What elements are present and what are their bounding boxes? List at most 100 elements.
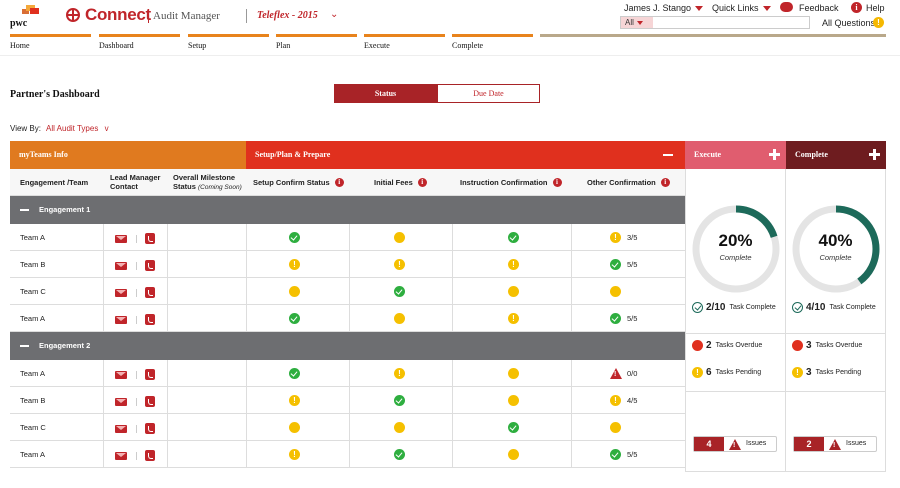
team-name[interactable]: Team A (20, 450, 45, 459)
view-by-select[interactable]: All Audit Types v (46, 124, 109, 133)
execute-issues-button[interactable]: 4 ! Issues (693, 436, 777, 452)
help-link[interactable]: Help (866, 3, 885, 13)
mail-icon[interactable] (115, 452, 127, 460)
team-name[interactable]: Team B (20, 396, 45, 405)
check-circle-icon[interactable] (289, 232, 300, 243)
pending-dot-icon[interactable] (610, 286, 621, 297)
check-circle-icon[interactable] (394, 449, 405, 460)
search-scope-select[interactable]: All (621, 17, 653, 28)
collapse-icon[interactable] (20, 345, 29, 347)
tasks-overdue[interactable]: 3 Tasks Overdue (792, 340, 862, 351)
user-name: James J. Stango (624, 3, 692, 13)
team-name[interactable]: Team C (20, 423, 46, 432)
table-row: Team B!! 4/5 (10, 387, 685, 414)
phone-icon[interactable] (145, 260, 155, 271)
phone-icon[interactable] (145, 287, 155, 298)
check-circle-icon[interactable] (610, 449, 621, 460)
warning-triangle-icon[interactable]: ! (610, 368, 622, 379)
warning-circle-icon[interactable]: ! (508, 313, 519, 324)
check-circle-icon[interactable] (508, 422, 519, 433)
info-icon[interactable]: i (334, 178, 344, 187)
expand-icon[interactable] (869, 149, 880, 160)
user-menu[interactable]: James J. Stango (624, 3, 704, 13)
check-circle-icon[interactable] (394, 395, 405, 406)
mail-icon[interactable] (115, 235, 127, 243)
warning-circle-icon[interactable]: ! (289, 449, 300, 460)
complete-issues-button[interactable]: 2 ! Issues (793, 436, 877, 452)
team-name[interactable]: Team B (20, 260, 45, 269)
pending-dot-icon[interactable] (508, 286, 519, 297)
check-circle-icon[interactable] (610, 259, 621, 270)
phone-icon[interactable] (145, 423, 155, 434)
mail-icon[interactable] (115, 371, 127, 379)
pending-dot-icon[interactable] (508, 368, 519, 379)
check-circle-icon[interactable] (610, 313, 621, 324)
info-icon[interactable]: i (552, 178, 562, 187)
collapse-icon[interactable] (20, 209, 29, 211)
info-icon[interactable]: i (417, 178, 427, 187)
check-circle-icon[interactable] (289, 368, 300, 379)
alert-icon[interactable]: ! (873, 17, 884, 28)
feedback-link[interactable]: Feedback (799, 3, 839, 13)
check-circle-icon[interactable] (394, 286, 405, 297)
tab-status[interactable]: Status (334, 84, 437, 103)
team-name[interactable]: Team A (20, 369, 45, 378)
pending-dot-icon[interactable] (289, 286, 300, 297)
column-divider (571, 251, 572, 278)
pending-dot-icon[interactable] (508, 395, 519, 406)
quick-links-menu[interactable]: Quick Links (712, 3, 771, 13)
mail-icon[interactable] (115, 398, 127, 406)
mail-icon[interactable] (115, 425, 127, 433)
warning-circle-icon[interactable]: ! (610, 395, 621, 406)
nav-plan[interactable]: Plan (276, 41, 290, 50)
check-circle-icon[interactable] (508, 232, 519, 243)
nav-execute[interactable]: Execute (364, 41, 390, 50)
chevron-down-icon[interactable]: ⌄ (330, 9, 338, 20)
mail-icon[interactable] (115, 316, 127, 324)
tab-due-date[interactable]: Due Date (437, 84, 540, 103)
phone-icon[interactable] (145, 450, 155, 461)
warning-circle-icon[interactable]: ! (394, 259, 405, 270)
phone-icon[interactable] (145, 396, 155, 407)
pending-dot-icon[interactable] (394, 422, 405, 433)
warning-circle-icon[interactable]: ! (508, 259, 519, 270)
collapse-icon[interactable] (663, 154, 673, 156)
info-icon[interactable]: i (660, 178, 670, 187)
warning-circle-icon[interactable]: ! (289, 259, 300, 270)
phone-icon[interactable] (145, 314, 155, 325)
tasks-overdue[interactable]: 2 Tasks Overdue (692, 340, 762, 351)
pending-dot-icon[interactable] (394, 232, 405, 243)
warning-circle-icon[interactable]: ! (610, 232, 621, 243)
engagement-header[interactable]: Engagement 1 (10, 196, 685, 224)
team-name[interactable]: Team A (20, 233, 45, 242)
all-questions-link[interactable]: All Questions (822, 18, 875, 28)
pending-dot-icon[interactable] (394, 313, 405, 324)
nav-dashboard[interactable]: Dashboard (99, 41, 134, 50)
expand-icon[interactable] (769, 149, 780, 160)
warning-circle-icon[interactable]: ! (289, 395, 300, 406)
nav-setup[interactable]: Setup (188, 41, 206, 50)
team-name[interactable]: Team A (20, 314, 45, 323)
search-input[interactable]: All (620, 16, 810, 29)
pending-dot-icon[interactable] (289, 422, 300, 433)
nav-home[interactable]: Home (10, 41, 30, 50)
engagement-header[interactable]: Engagement 2 (10, 332, 685, 360)
check-circle-icon[interactable] (289, 313, 300, 324)
help-info-icon[interactable]: i (851, 2, 862, 13)
column-divider (452, 224, 453, 251)
tasks-complete-label: Task Complete (729, 304, 776, 311)
tasks-pending[interactable]: ! 3 Tasks Pending (792, 367, 861, 378)
phone-icon[interactable] (145, 233, 155, 244)
phone-icon[interactable] (145, 369, 155, 380)
tasks-pending[interactable]: ! 6 Tasks Pending (692, 367, 761, 378)
warning-circle-icon[interactable]: ! (394, 368, 405, 379)
pwc-logo[interactable]: pwc (10, 5, 50, 29)
speech-bubble-icon[interactable] (780, 2, 793, 12)
pending-dot-icon[interactable] (508, 449, 519, 460)
team-name[interactable]: Team C (20, 287, 46, 296)
client-selector[interactable]: Teleflex - 2015 (257, 10, 318, 21)
nav-complete[interactable]: Complete (452, 41, 483, 50)
mail-icon[interactable] (115, 289, 127, 297)
mail-icon[interactable] (115, 262, 127, 270)
pending-dot-icon[interactable] (610, 422, 621, 433)
